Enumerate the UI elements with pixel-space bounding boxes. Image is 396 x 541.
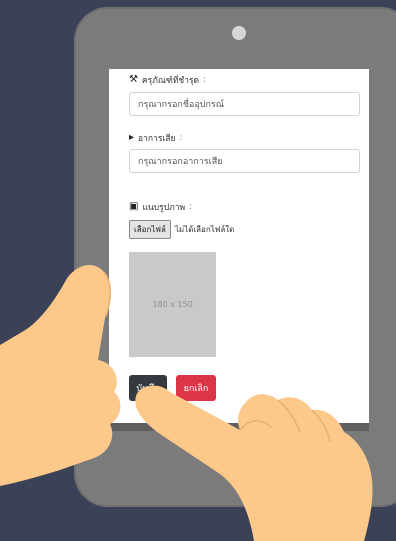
symptom-label-suffix: : <box>179 133 183 143</box>
cancel-button-label: ยกเลิก <box>183 384 209 394</box>
photo-label-suffix: : <box>189 202 192 212</box>
photo-label-text: แนบรูปภาพ <box>142 203 186 213</box>
symptom-placeholder: กรุณากรอกอาการเสีย <box>138 157 223 167</box>
photo-label: ▣ แนบรูปภาพ : <box>129 200 192 214</box>
symptom-input[interactable]: กรุณากรอกอาการเสีย <box>129 149 360 173</box>
image-preview-placeholder: 180 x 150 <box>129 252 216 357</box>
device-label: ⚒ ครุภัณฑ์ที่ชำรุด : <box>129 73 206 87</box>
form-screen: ⚒ ครุภัณฑ์ที่ชำรุด : กรุณากรอกชื่ออุปกรณ… <box>109 69 369 423</box>
tool-icon: ▸ <box>129 132 135 143</box>
symptom-label: ▸ อาการเสีย : <box>129 131 182 145</box>
image-placeholder-text: 180 x 150 <box>152 300 193 309</box>
symptom-label-text: อาการเสีย <box>138 134 176 144</box>
device-name-input[interactable]: กรุณากรอกชื่ออุปกรณ์ <box>129 92 360 116</box>
tablet-bezel-bottom <box>109 423 369 431</box>
file-picker: เลือกไฟล์ ไม่ได้เลือกไฟล์ใด <box>129 220 234 239</box>
device-name-placeholder: กรุณากรอกชื่ออุปกรณ์ <box>138 100 225 110</box>
camera-icon: ▣ <box>129 201 139 212</box>
tools-icon: ⚒ <box>129 74 138 85</box>
device-label-suffix: : <box>203 75 206 85</box>
no-file-text: ไม่ได้เลือกไฟล์ใด <box>174 225 235 234</box>
tablet-camera <box>232 26 246 40</box>
save-button-label: บันทึก <box>136 384 160 394</box>
save-button[interactable]: บันทึก <box>129 375 167 401</box>
choose-file-button[interactable]: เลือกไฟล์ <box>129 220 171 239</box>
cancel-button[interactable]: ยกเลิก <box>176 375 216 401</box>
device-label-text: ครุภัณฑ์ที่ชำรุด <box>141 76 199 86</box>
